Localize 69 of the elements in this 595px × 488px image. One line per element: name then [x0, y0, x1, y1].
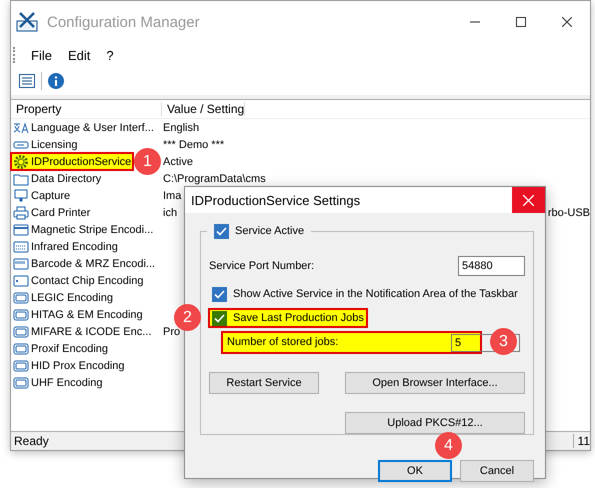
checkbox-label: Service Active — [235, 225, 304, 237]
value-text: C:\ProgramData\cms — [163, 172, 266, 184]
property-item[interactable]: HID Prox Encoding — [11, 357, 127, 374]
property-item[interactable]: Card Printer — [11, 204, 92, 221]
callout-badge: 4 — [435, 432, 462, 459]
value-text: Active — [163, 156, 193, 168]
checkbox[interactable] — [212, 286, 227, 302]
port-field[interactable]: 54880 — [458, 256, 525, 276]
property-item[interactable]: Infrared Encoding — [11, 238, 120, 255]
callout-badge: 3 — [490, 328, 517, 355]
card-icon — [13, 222, 29, 236]
jobs-label: Number of stored jobs: — [227, 336, 338, 348]
value-text: *** Demo *** — [163, 138, 224, 150]
property-item[interactable]: IDProductionService — [11, 153, 134, 170]
menu-item[interactable]: Edit — [62, 46, 96, 64]
property-item[interactable]: MIFARE & ICODE Enc... — [11, 323, 154, 340]
menu-item[interactable]: ? — [100, 46, 120, 64]
card-icon — [13, 290, 29, 304]
folder-icon — [13, 172, 29, 186]
value-text: ich — [163, 206, 178, 218]
card-icon — [13, 358, 29, 372]
info-icon[interactable] — [48, 73, 64, 89]
restart-button[interactable]: Restart Service — [209, 372, 319, 394]
menu-item[interactable]: File — [25, 46, 58, 64]
list-icon[interactable] — [19, 74, 35, 88]
property-item[interactable]: Capture — [11, 187, 72, 204]
dialog-title: IDProductionService Settings — [191, 192, 362, 208]
close-icon — [523, 194, 534, 206]
property-item[interactable]: Proxif Encoding — [11, 340, 110, 357]
port-label: Service Port Number: — [209, 260, 314, 272]
card-icon — [13, 308, 29, 322]
checkbox-label: Show Active Service in the Notification Area of the Taskbar — [233, 288, 518, 300]
close-button[interactable] — [512, 187, 545, 213]
card-icon — [13, 256, 29, 270]
property-item[interactable]: HITAG & EM Encoding — [11, 306, 145, 323]
card-icon — [13, 274, 29, 288]
status-panel: 11 — [572, 434, 590, 448]
cancel-button[interactable]: Cancel — [460, 460, 534, 482]
value-text: Ima — [163, 190, 182, 202]
property-item[interactable]: Licensing — [11, 136, 80, 153]
gear-icon — [13, 154, 29, 168]
close-icon — [562, 17, 572, 27]
value-text: rbo-USB — [548, 206, 590, 218]
property-item[interactable]: Language & User Interf... — [11, 119, 156, 136]
property-item[interactable]: Data Directory — [11, 170, 104, 187]
checkbox-label: Save Last Production Jobs — [233, 312, 364, 324]
maximize-icon — [516, 17, 526, 27]
tools-icon — [15, 11, 39, 33]
card-icon — [13, 376, 29, 390]
value-text: English — [163, 122, 200, 134]
browser-button[interactable]: Open Browser Interface... — [345, 372, 525, 394]
status-text: Ready — [14, 434, 49, 448]
window-title: Configuration Manager — [47, 14, 201, 30]
language-icon — [13, 120, 29, 134]
card-icon — [13, 324, 29, 338]
property-item[interactable]: LEGIC Encoding — [11, 289, 115, 306]
callout-badge: 1 — [134, 148, 161, 175]
property-item[interactable]: Magnetic Stripe Encodi... — [11, 221, 156, 238]
upload-button[interactable]: Upload PKCS#12... — [345, 412, 525, 434]
property-item[interactable]: Barcode & MRZ Encodi... — [11, 255, 158, 272]
checkbox[interactable] — [212, 310, 227, 326]
column-header[interactable]: Property — [11, 102, 162, 116]
column-header[interactable]: Value / Setting — [162, 102, 246, 116]
property-item[interactable]: Contact Chip Encoding — [11, 272, 146, 289]
card-icon — [13, 342, 29, 356]
ok-button[interactable]: OK — [378, 460, 452, 482]
property-item[interactable]: UHF Encoding — [11, 374, 105, 391]
checkbox[interactable] — [214, 224, 229, 238]
card-icon — [13, 240, 29, 254]
